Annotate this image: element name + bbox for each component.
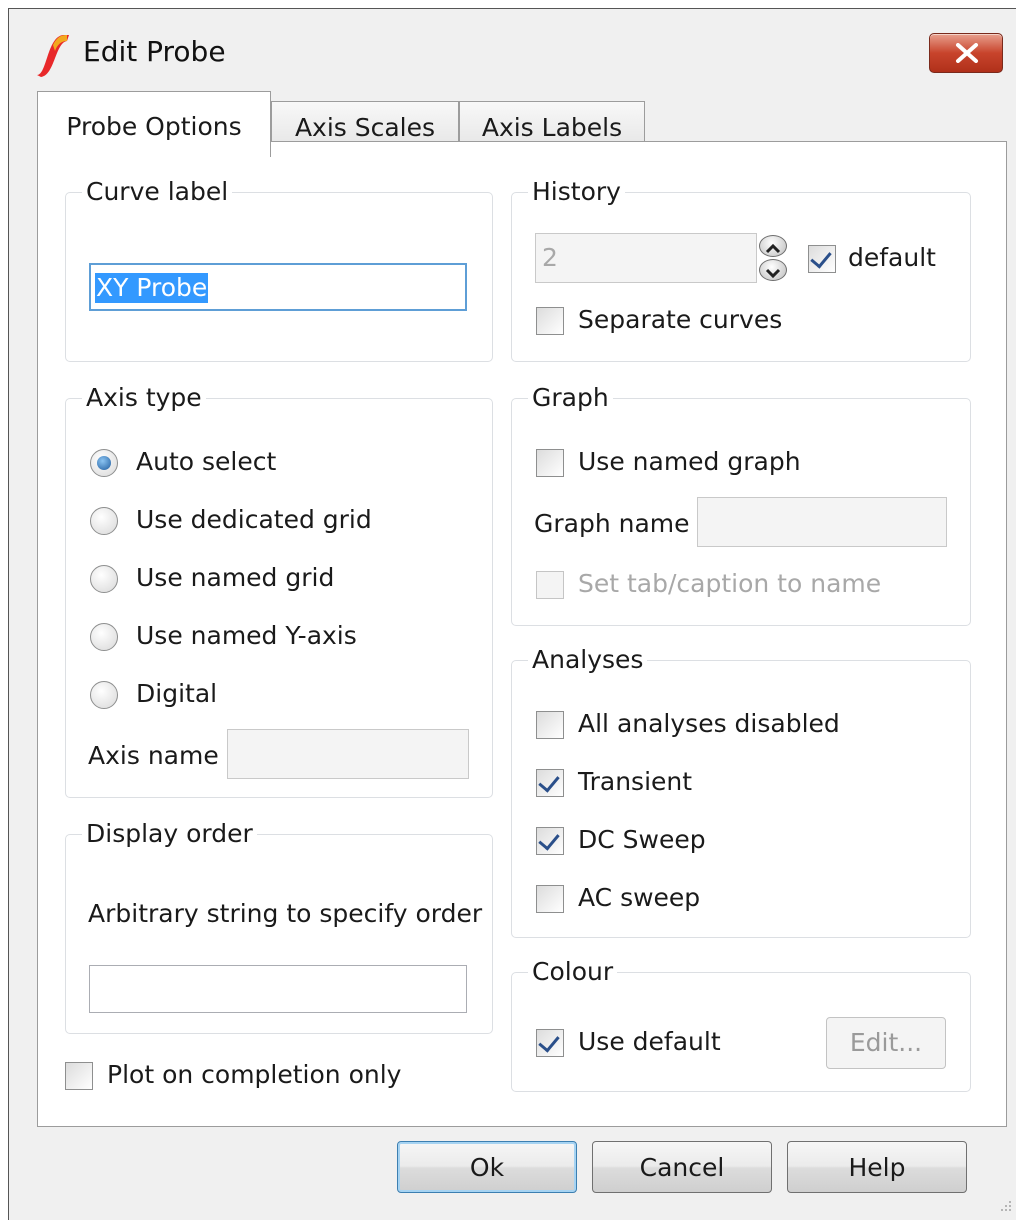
plot-on-completion-label: Plot on completion only bbox=[107, 1060, 402, 1089]
history-count-input[interactable]: 2 bbox=[535, 233, 757, 283]
analysis-label: AC sweep bbox=[578, 883, 701, 912]
button-label: Cancel bbox=[639, 1153, 725, 1182]
edit-colour-button[interactable]: Edit... bbox=[826, 1017, 946, 1069]
default-checkbox[interactable] bbox=[808, 245, 836, 273]
group-title: Display order bbox=[82, 819, 257, 849]
radio-label: Use named Y-axis bbox=[136, 621, 357, 650]
radio-named-grid[interactable] bbox=[90, 565, 118, 593]
separate-curves-checkbox[interactable] bbox=[536, 307, 564, 335]
chevron-up-icon bbox=[765, 243, 781, 254]
chevron-down-icon bbox=[765, 268, 781, 279]
axis-name-label: Axis name bbox=[88, 741, 219, 770]
help-button[interactable]: Help bbox=[787, 1141, 967, 1193]
tab-panel: Curve label XY Probe History 2 default S… bbox=[37, 141, 1007, 1127]
display-order-input[interactable] bbox=[89, 965, 467, 1013]
display-order-group: Display order Arbitrary string to specif… bbox=[65, 819, 493, 1034]
tab-label: Axis Scales bbox=[294, 113, 436, 142]
close-button[interactable] bbox=[929, 33, 1003, 73]
analysis-label: All analyses disabled bbox=[578, 709, 840, 738]
edit-probe-dialog: Edit Probe Probe Options Axis Scales Axi… bbox=[8, 8, 1016, 1220]
dc-sweep-checkbox[interactable] bbox=[536, 827, 564, 855]
transient-checkbox[interactable] bbox=[536, 769, 564, 797]
spin-down-button[interactable] bbox=[759, 259, 787, 281]
button-label: Ok bbox=[469, 1153, 505, 1182]
use-named-graph-label: Use named graph bbox=[578, 447, 801, 476]
analysis-label: Transient bbox=[578, 767, 693, 796]
display-order-description: Arbitrary string to specify order bbox=[88, 899, 483, 928]
colour-group: Colour Use default Edit... bbox=[511, 957, 971, 1092]
use-default-colour-checkbox[interactable] bbox=[536, 1029, 564, 1057]
radio-named-y-axis[interactable] bbox=[90, 623, 118, 651]
title-bar[interactable]: Edit Probe bbox=[9, 9, 1016, 95]
button-label: Help bbox=[848, 1153, 906, 1182]
group-title: Colour bbox=[528, 957, 618, 987]
graph-group: Graph Use named graph Graph name Set tab… bbox=[511, 383, 971, 626]
ok-button[interactable]: Ok bbox=[397, 1141, 577, 1193]
tab-label: Axis Labels bbox=[481, 113, 623, 142]
radio-digital[interactable] bbox=[90, 681, 118, 709]
radio-label: Use named grid bbox=[136, 563, 335, 592]
analysis-label: DC Sweep bbox=[578, 825, 706, 854]
analyses-group: Analyses All analyses disabled Transient… bbox=[511, 645, 971, 938]
curve-label-text: XY Probe bbox=[95, 273, 209, 303]
tab-probe-options[interactable]: Probe Options bbox=[37, 91, 271, 157]
ac-sweep-checkbox[interactable] bbox=[536, 885, 564, 913]
resize-grip-icon[interactable] bbox=[995, 1197, 1013, 1215]
use-named-graph-checkbox[interactable] bbox=[536, 449, 564, 477]
history-group: History 2 default Separate curves bbox=[511, 177, 971, 362]
curve-label-input[interactable]: XY Probe bbox=[89, 263, 467, 311]
tab-label: Probe Options bbox=[66, 112, 242, 141]
history-count-value: 2 bbox=[542, 243, 558, 272]
all-analyses-disabled-checkbox[interactable] bbox=[536, 711, 564, 739]
button-label: Edit... bbox=[849, 1028, 923, 1057]
set-tab-caption-checkbox[interactable] bbox=[536, 571, 564, 599]
radio-auto-select[interactable] bbox=[90, 449, 118, 477]
axis-type-group: Axis type Auto select Use dedicated grid… bbox=[65, 383, 493, 798]
axis-name-input[interactable] bbox=[227, 729, 469, 779]
radio-dedicated-grid[interactable] bbox=[90, 507, 118, 535]
group-title: Graph bbox=[528, 383, 613, 413]
separate-curves-label: Separate curves bbox=[578, 305, 783, 334]
curve-label-group: Curve label XY Probe bbox=[65, 177, 493, 362]
group-title: Axis type bbox=[82, 383, 206, 413]
plot-on-completion-checkbox[interactable] bbox=[65, 1062, 93, 1090]
app-logo-icon bbox=[37, 35, 69, 77]
group-title: Analyses bbox=[528, 645, 648, 675]
group-title: Curve label bbox=[82, 177, 233, 207]
cancel-button[interactable]: Cancel bbox=[592, 1141, 772, 1193]
graph-name-label: Graph name bbox=[534, 509, 690, 538]
spin-up-button[interactable] bbox=[759, 235, 787, 257]
group-title: History bbox=[528, 177, 625, 207]
default-label: default bbox=[848, 243, 936, 272]
use-default-colour-label: Use default bbox=[578, 1027, 721, 1056]
window-title: Edit Probe bbox=[83, 35, 226, 68]
radio-label: Use dedicated grid bbox=[136, 505, 372, 534]
radio-label: Auto select bbox=[136, 447, 277, 476]
set-tab-caption-label: Set tab/caption to name bbox=[578, 569, 882, 598]
history-spinner[interactable] bbox=[759, 235, 787, 281]
radio-label: Digital bbox=[136, 679, 218, 708]
graph-name-input[interactable] bbox=[697, 497, 947, 547]
close-icon bbox=[956, 43, 978, 63]
